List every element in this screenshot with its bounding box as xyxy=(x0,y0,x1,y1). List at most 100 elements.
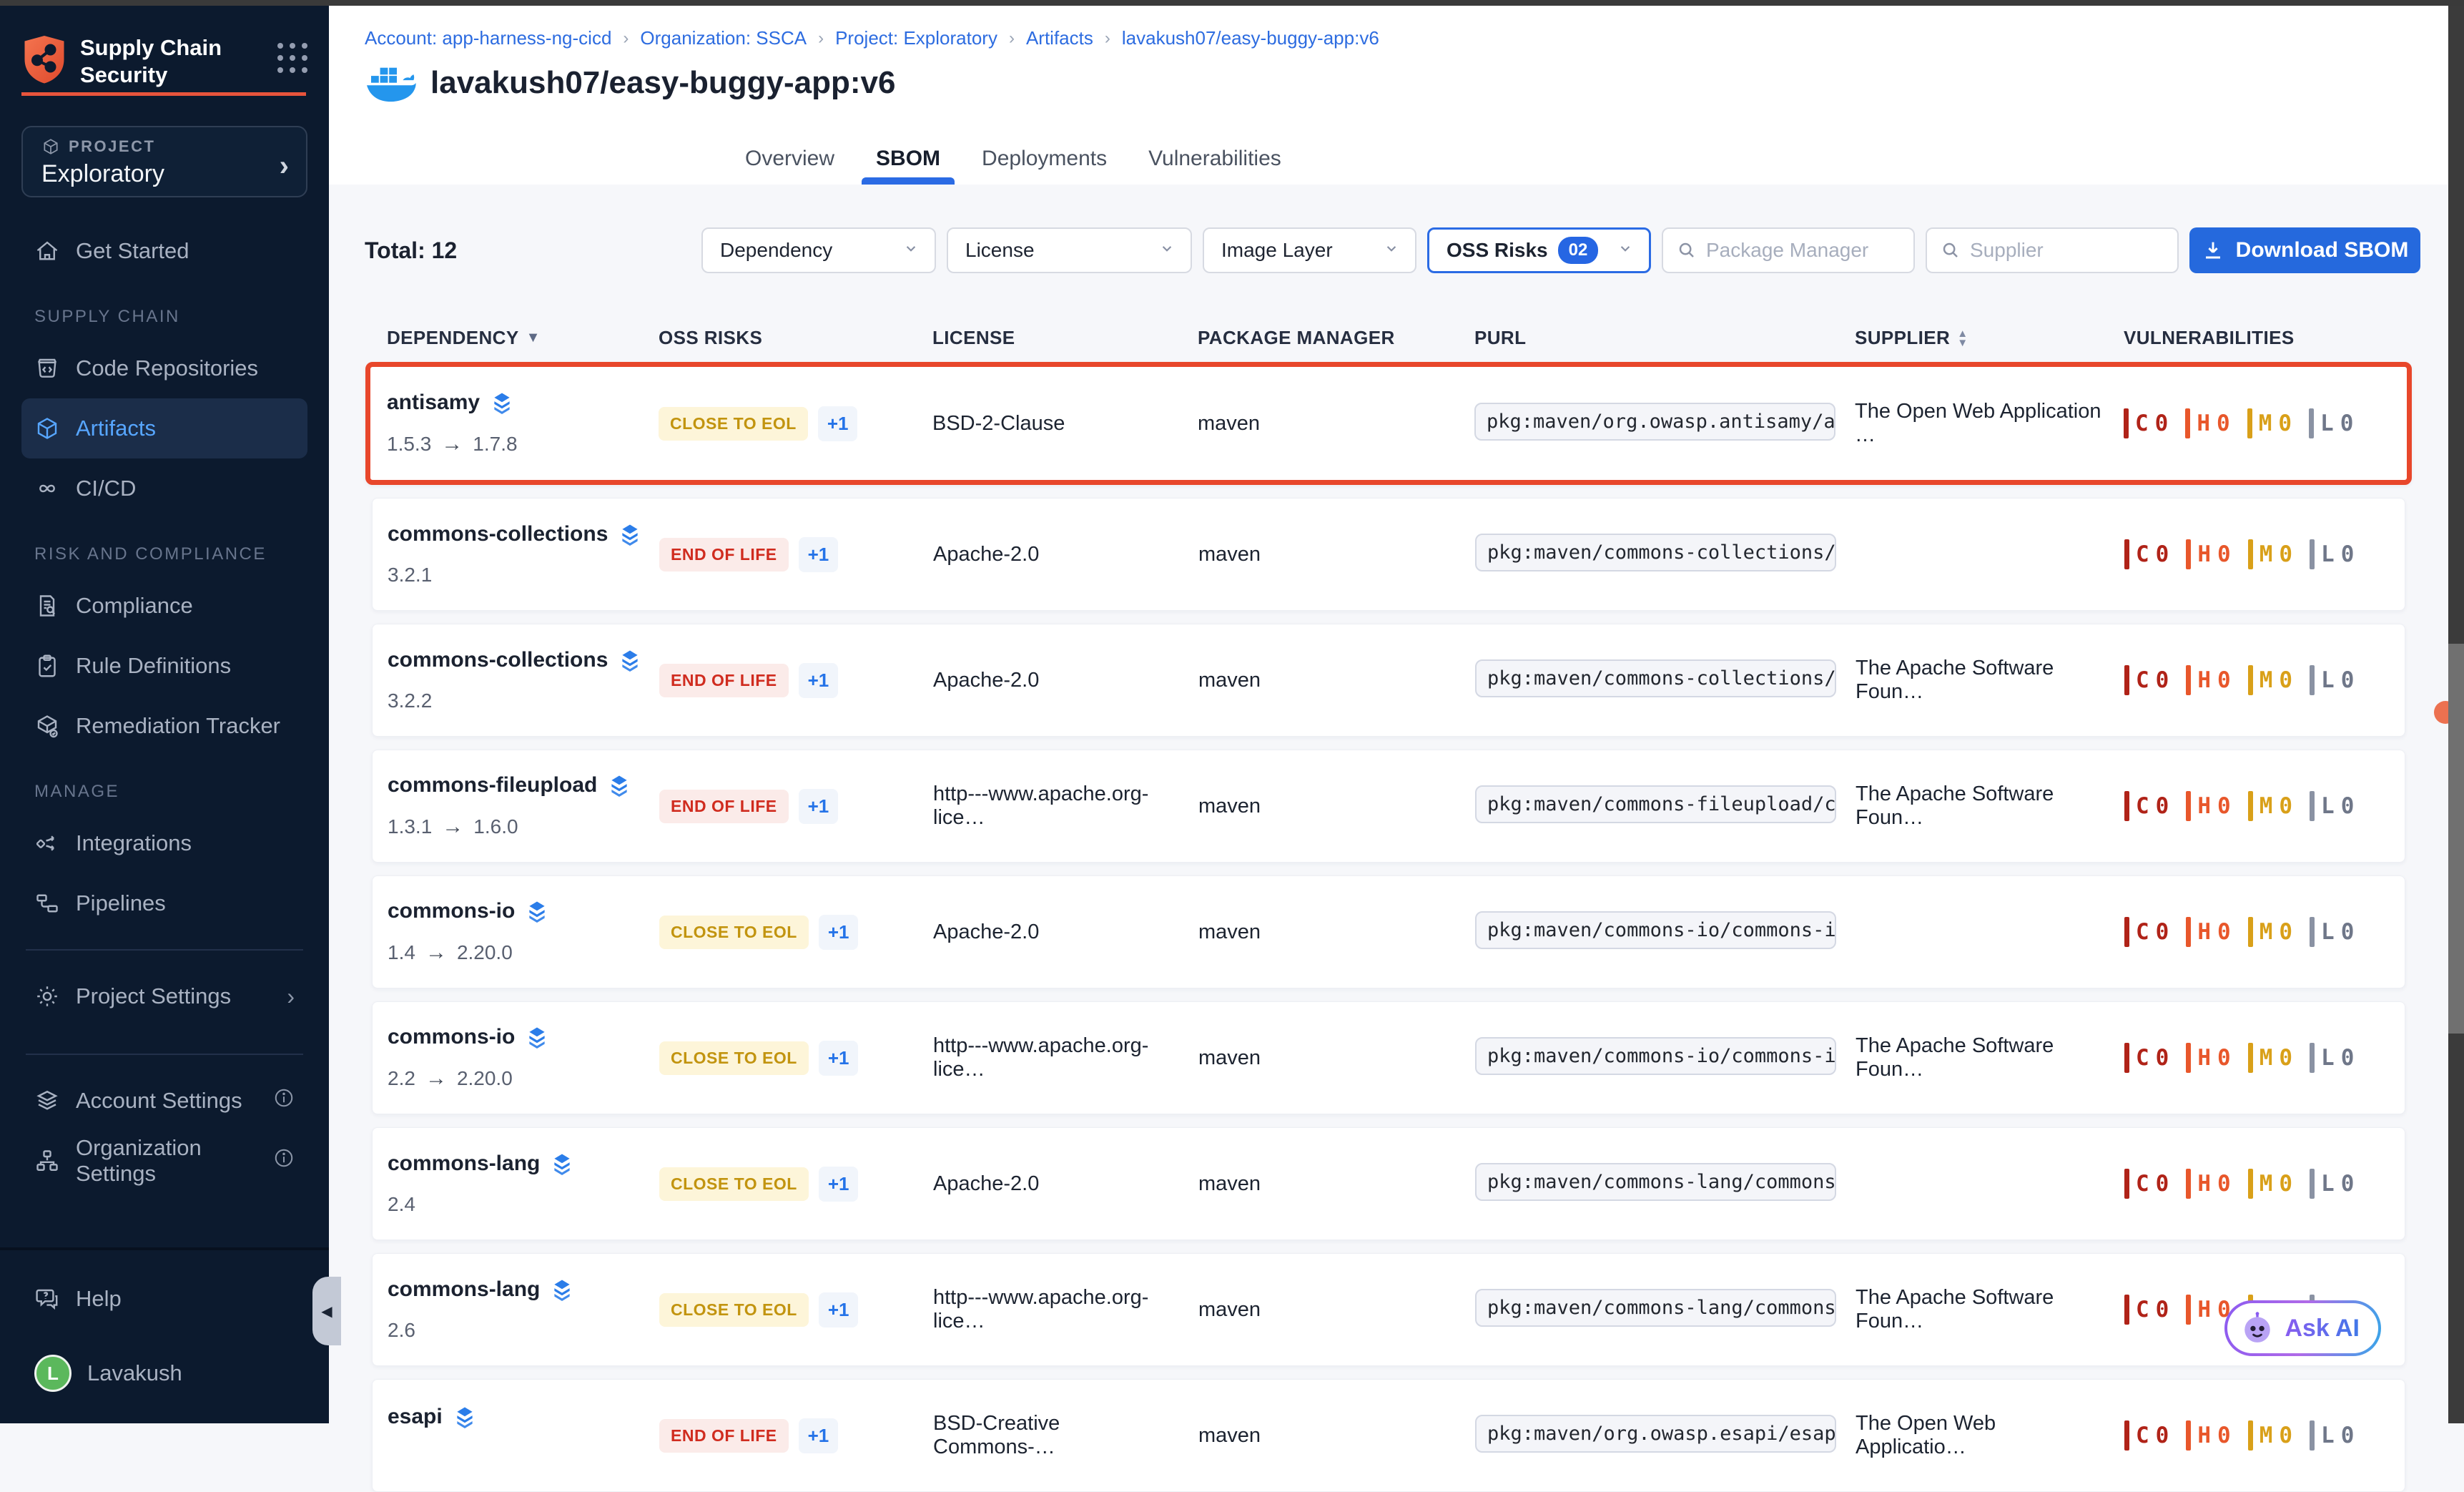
sort-both-icon: ▲▼ xyxy=(1957,329,1968,348)
layers-icon xyxy=(550,1152,574,1176)
risk-extra-badge[interactable]: +1 xyxy=(819,1041,859,1076)
purl-chip[interactable]: pkg:maven/commons-collections/co… xyxy=(1475,534,1836,571)
sidebar-item-project-settings[interactable]: Project Settings › xyxy=(21,966,307,1026)
risk-badge: CLOSE TO EOL xyxy=(659,407,808,441)
tab-sbom[interactable]: SBOM xyxy=(872,133,945,185)
risk-extra-badge[interactable]: +1 xyxy=(799,663,839,698)
purl-chip[interactable]: pkg:maven/commons-io/commons-io@… xyxy=(1475,1037,1836,1075)
breadcrumb-account[interactable]: Account: app-harness-ng-cicd xyxy=(365,27,611,49)
risk-extra-badge[interactable]: +1 xyxy=(819,1292,859,1327)
sidebar-item-compliance[interactable]: Compliance xyxy=(21,576,307,636)
oss-risks-filter-select[interactable]: OSS Risks 02 xyxy=(1427,227,1651,273)
main-content: Account: app-harness-ng-cicd › Organizat… xyxy=(329,6,2448,1423)
vulnerability-counts: C0 H0 M0 L0 xyxy=(2124,539,2390,569)
download-sbom-button[interactable]: Download SBOM xyxy=(2189,227,2420,273)
table-row[interactable]: commons-lang 2.4 CLOSE TO EOL+1 Apache-2… xyxy=(372,1127,2405,1240)
breadcrumb-project[interactable]: Project: Exploratory xyxy=(835,27,997,49)
scrollbar-thumb[interactable] xyxy=(2448,644,2464,1034)
breadcrumb-artifact-name[interactable]: lavakush07/easy-buggy-app:v6 xyxy=(1122,27,1379,49)
risk-extra-badge[interactable]: +1 xyxy=(799,789,839,824)
table-row[interactable]: esapi END OF LIFE+1 BSD-Creative Commons… xyxy=(372,1379,2405,1492)
license-filter-select[interactable]: License xyxy=(947,227,1192,273)
risk-extra-badge[interactable]: +1 xyxy=(819,1167,859,1202)
table-row[interactable]: commons-collections 3.2.2 END OF LIFE+1 … xyxy=(372,624,2405,737)
table-row[interactable]: antisamy 1.5.3→1.7.8 CLOSE TO EOL+1 BSD-… xyxy=(365,362,2412,485)
sidebar-item-code-repositories[interactable]: Code Repositories xyxy=(21,338,307,398)
window-top-strip xyxy=(0,0,2464,6)
search-icon xyxy=(1676,240,1697,261)
sidebar-item-cicd[interactable]: CI/CD xyxy=(21,458,307,519)
sidebar-item-pipelines[interactable]: Pipelines xyxy=(21,873,307,933)
supplier-cell: The Apache Software Foun… xyxy=(1856,1034,2124,1081)
column-header-license: LICENSE xyxy=(932,327,1198,349)
package-manager-cell: maven xyxy=(1198,1424,1475,1448)
table-row[interactable]: commons-io 2.2→2.20.0 CLOSE TO EOL+1 htt… xyxy=(372,1001,2405,1114)
project-selector[interactable]: PROJECT Exploratory › xyxy=(21,126,307,197)
page-title: lavakush07/easy-buggy-app:v6 xyxy=(430,65,895,101)
chevron-right-icon: › xyxy=(280,150,289,182)
tab-vulnerabilities[interactable]: Vulnerabilities xyxy=(1144,133,1286,185)
sidebar-item-integrations[interactable]: Integrations xyxy=(21,813,307,873)
dependency-filter-select[interactable]: Dependency xyxy=(701,227,936,273)
home-icon xyxy=(34,238,60,264)
table-row[interactable]: commons-collections 3.2.1 END OF LIFE+1 … xyxy=(372,498,2405,611)
table-row[interactable]: commons-io 1.4→2.20.0 CLOSE TO EOL+1 Apa… xyxy=(372,875,2405,988)
risk-badge: CLOSE TO EOL xyxy=(659,1041,809,1075)
sidebar-collapse-handle[interactable]: ◀ xyxy=(312,1277,341,1345)
risk-extra-badge[interactable]: +1 xyxy=(819,915,859,950)
package-manager-search-input[interactable] xyxy=(1706,239,1901,262)
purl-chip[interactable]: pkg:maven/commons-lang/commons-l… xyxy=(1475,1163,1836,1201)
supplier-search-input[interactable] xyxy=(1970,239,2164,262)
vertical-scrollbar[interactable] xyxy=(2448,6,2464,1423)
ask-ai-button[interactable]: Ask AI xyxy=(2224,1300,2381,1356)
breadcrumb-organization[interactable]: Organization: SSCA xyxy=(640,27,807,49)
package-manager-cell: maven xyxy=(1198,1298,1475,1322)
image-layer-filter-select[interactable]: Image Layer xyxy=(1203,227,1416,273)
help-button[interactable]: Help xyxy=(21,1269,307,1329)
risk-badge: CLOSE TO EOL xyxy=(659,1293,809,1327)
license-cell: Apache-2.0 xyxy=(933,543,1198,566)
info-icon[interactable] xyxy=(273,1087,295,1114)
risk-extra-badge[interactable]: +1 xyxy=(818,406,858,441)
search-icon xyxy=(1940,240,1961,261)
sbom-table: antisamy 1.5.3→1.7.8 CLOSE TO EOL+1 BSD-… xyxy=(372,362,2405,1492)
purl-chip[interactable]: pkg:maven/org.owasp.esapi/esapi@… xyxy=(1475,1415,1836,1453)
chevron-down-icon xyxy=(1616,239,1635,262)
purl-chip[interactable]: pkg:maven/commons-collections/co… xyxy=(1475,659,1836,697)
column-header-dependency[interactable]: DEPENDENCY▼ xyxy=(387,327,659,349)
table-row[interactable]: commons-lang 2.6 CLOSE TO EOL+1 http---w… xyxy=(372,1253,2405,1366)
supplier-cell: The Apache Software Foun… xyxy=(1856,782,2124,830)
risk-badge: END OF LIFE xyxy=(659,1419,789,1453)
purl-chip[interactable]: pkg:maven/commons-fileupload/com… xyxy=(1475,785,1836,823)
project-name: Exploratory xyxy=(41,160,292,188)
risk-extra-badge[interactable]: +1 xyxy=(799,537,839,572)
purl-chip[interactable]: pkg:maven/commons-lang/commons-l… xyxy=(1475,1289,1836,1327)
table-row[interactable]: commons-fileupload 1.3.1→1.6.0 END OF LI… xyxy=(372,750,2405,863)
supplier-cell: The Apache Software Foun… xyxy=(1856,657,2124,704)
app-title: Supply Chain Security xyxy=(80,34,277,89)
column-header-supplier[interactable]: SUPPLIER▲▼ xyxy=(1855,327,2124,349)
vulnerability-counts: C0 H0 M0 L0 xyxy=(2124,665,2390,695)
package-manager-cell: maven xyxy=(1198,1172,1475,1196)
pipelines-icon xyxy=(34,890,60,916)
breadcrumb-artifacts[interactable]: Artifacts xyxy=(1026,27,1093,49)
sidebar-item-remediation-tracker[interactable]: Remediation Tracker xyxy=(21,696,307,756)
license-cell: BSD-Creative Commons-… xyxy=(933,1412,1198,1459)
tab-deployments[interactable]: Deployments xyxy=(977,133,1111,185)
sidebar-item-rule-definitions[interactable]: Rule Definitions xyxy=(21,636,307,696)
purl-chip[interactable]: pkg:maven/org.owasp.antisamy/ant… xyxy=(1474,403,1835,441)
sidebar-item-get-started[interactable]: Get Started xyxy=(21,221,307,281)
rule-definitions-icon xyxy=(34,653,60,679)
tab-overview[interactable]: Overview xyxy=(741,133,839,185)
brand-divider xyxy=(21,92,306,96)
app-switcher-grid-icon[interactable] xyxy=(277,43,307,73)
purl-chip[interactable]: pkg:maven/commons-io/commons-io@… xyxy=(1475,911,1836,949)
user-menu[interactable]: L Lavakush xyxy=(21,1343,307,1403)
info-icon[interactable] xyxy=(273,1147,295,1174)
package-manager-cell: maven xyxy=(1198,921,1475,944)
sidebar-item-artifacts[interactable]: Artifacts xyxy=(21,398,307,458)
sidebar-item-account-settings[interactable]: Account Settings xyxy=(21,1071,307,1131)
supplier-cell: The Apache Software Foun… xyxy=(1856,1286,2124,1333)
sidebar-item-organization-settings[interactable]: Organization Settings xyxy=(21,1131,307,1191)
sidebar: Supply Chain Security PROJECT Explorator… xyxy=(0,6,329,1423)
